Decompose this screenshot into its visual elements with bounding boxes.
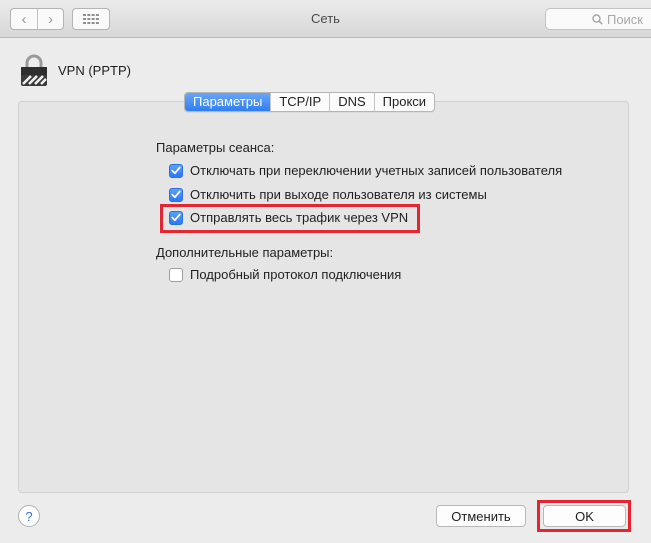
title-bar: ‹ › Сеть Поиск: [0, 0, 651, 38]
cancel-button[interactable]: Отменить: [436, 505, 526, 527]
tab-tcpip[interactable]: TCP/IP: [270, 93, 329, 111]
settings-panel: [18, 101, 629, 493]
search-field[interactable]: Поиск: [545, 8, 651, 30]
checkbox-disconnect-on-logout[interactable]: [169, 187, 183, 202]
option-label: Подробный протокол подключения: [190, 267, 402, 282]
help-button[interactable]: ?: [18, 505, 40, 527]
service-name: VPN (PPTP): [58, 63, 131, 78]
option-disconnect-on-user-switch[interactable]: Отключать при переключении учетных запис…: [169, 163, 562, 178]
checkbox-disconnect-on-user-switch[interactable]: [169, 163, 183, 178]
checkbox-verbose-logging[interactable]: [169, 267, 183, 282]
lock-icon: [21, 54, 47, 86]
checkmark-icon: [171, 166, 181, 175]
option-disconnect-on-logout[interactable]: Отключить при выходе пользователя из сис…: [169, 187, 487, 202]
tab-bar: Параметры TCP/IP DNS Прокси: [184, 92, 436, 112]
option-verbose-logging[interactable]: Подробный протокол подключения: [169, 267, 401, 282]
tab-proxy[interactable]: Прокси: [373, 93, 434, 111]
search-placeholder: Поиск: [606, 11, 643, 27]
highlight-box-vpn-option: [160, 204, 420, 233]
option-label: Отключать при переключении учетных запис…: [190, 163, 563, 178]
advanced-params-label: Дополнительные параметры:: [156, 245, 334, 260]
search-icon: [592, 13, 603, 25]
option-label: Отключить при выходе пользователя из сис…: [190, 187, 487, 202]
checkmark-icon: [171, 190, 181, 199]
highlight-box-ok-button: [537, 500, 631, 532]
tab-dns[interactable]: DNS: [329, 93, 373, 111]
tab-parameters[interactable]: Параметры: [185, 93, 271, 111]
session-params-label: Параметры сеанса:: [156, 140, 275, 155]
